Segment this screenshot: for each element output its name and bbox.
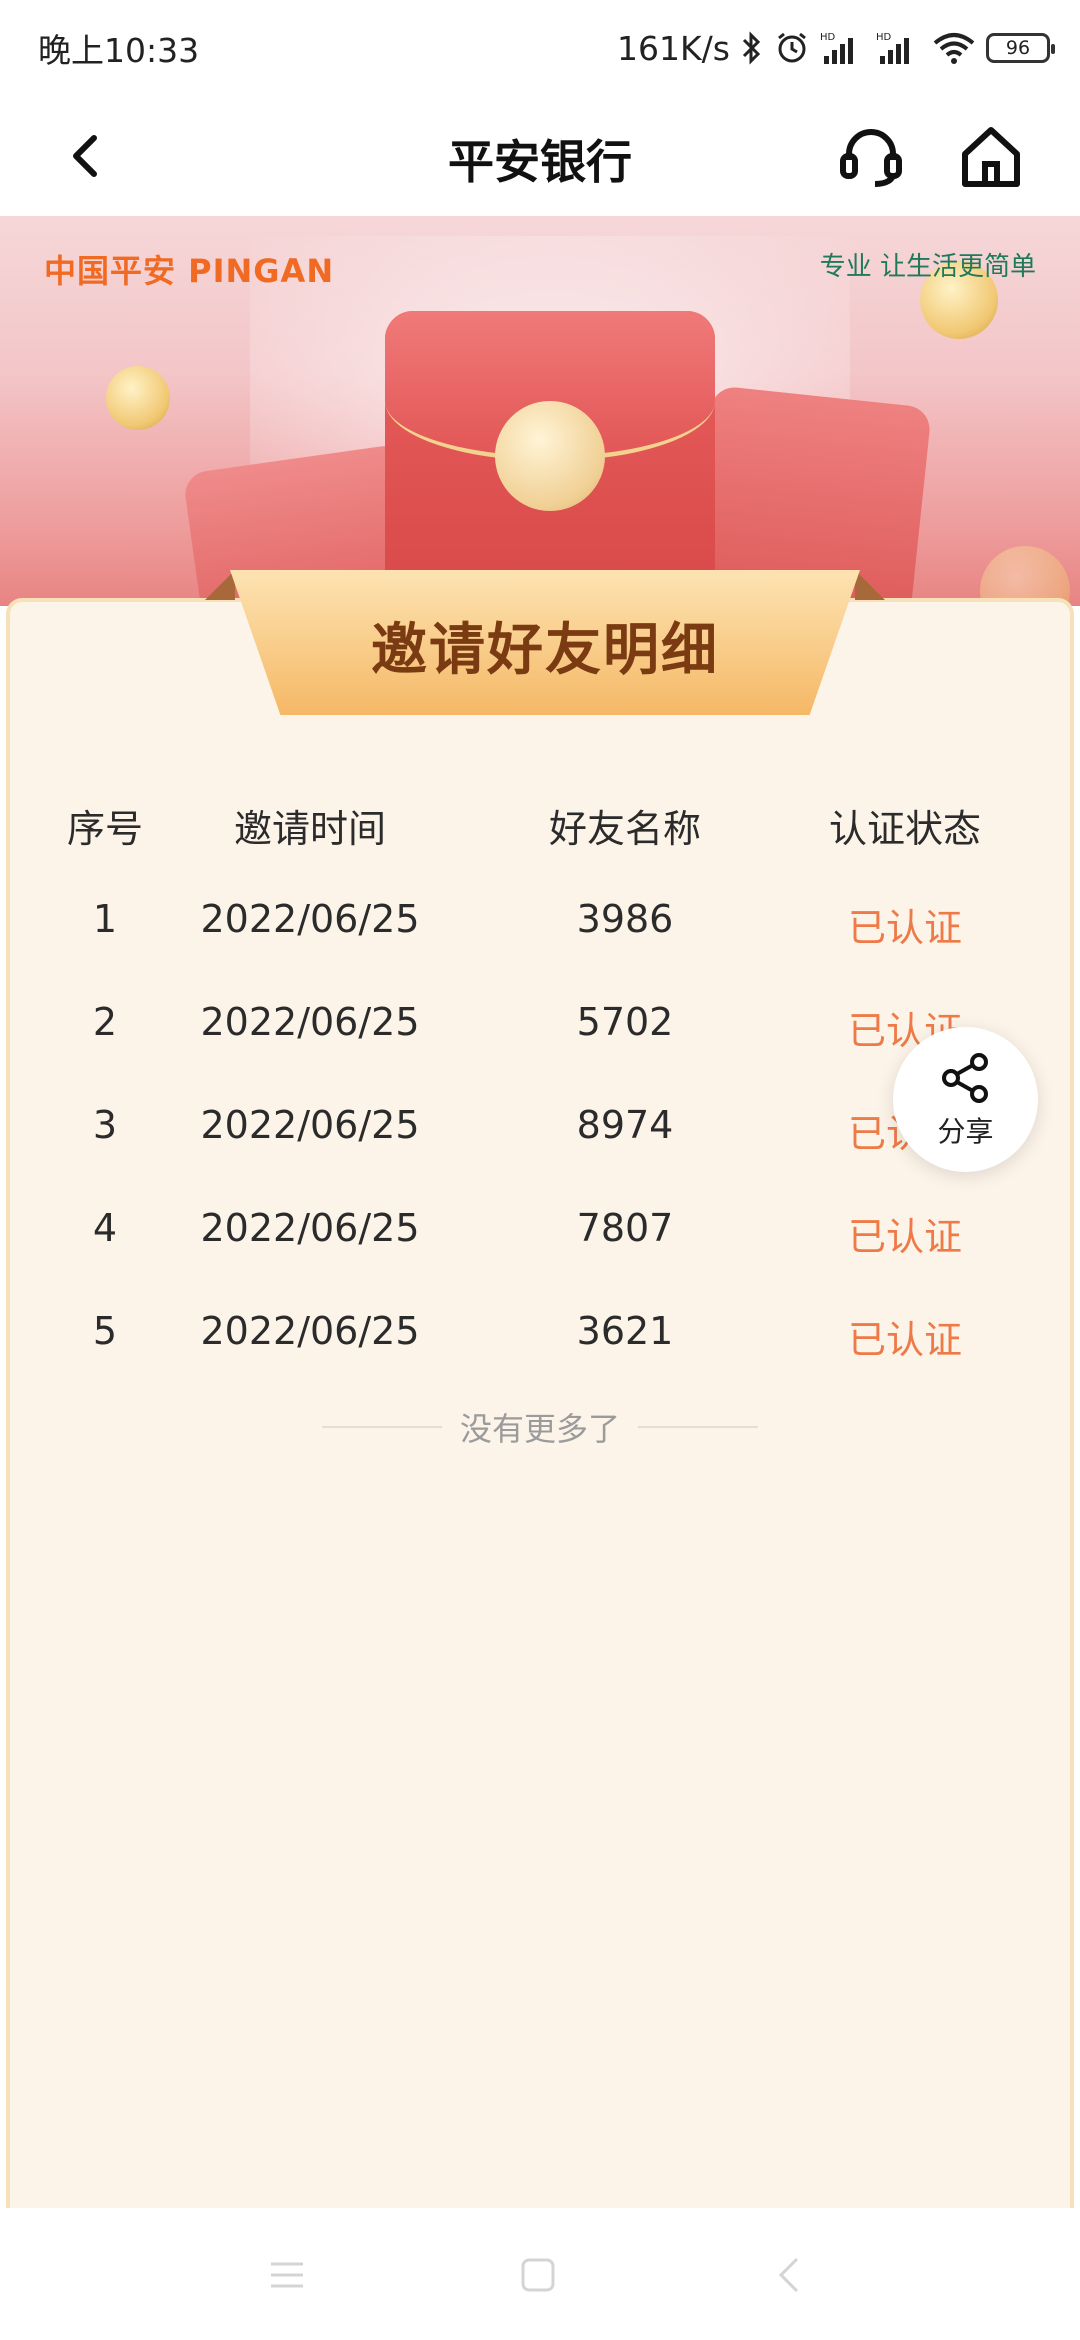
system-home-button[interactable] [513,2250,563,2300]
invite-time: 2022/06/25 [200,1000,420,1044]
divider [321,1426,442,1428]
share-label: 分享 [937,1114,994,1148]
invite-time: 2022/06/25 [200,1103,420,1147]
table-row: 1 2022/06/25 3986 已认证 [0,883,1080,986]
nav-bar: 平安银行 [0,96,1080,216]
column-header: 认证状态 [828,807,981,851]
invite-time: 2022/06/25 [200,1206,420,1250]
friend-name: 3986 [576,897,674,941]
card-title: 邀请好友明细 [371,618,719,683]
brand-logo: 中国平安 PINGAN [44,252,335,290]
table-row: 4 2022/06/25 7807 已认证 [0,1192,1080,1295]
system-navigation-bar [0,2208,1080,2340]
page-title: 平安银行 [448,135,632,189]
no-more-text: 没有更多了 [459,1410,620,1448]
invite-time: 2022/06/25 [200,1309,420,1353]
status-bar: 晚上10:33 161K/s HD HD 96 [0,0,1080,96]
table-row: 5 2022/06/25 3621 已认证 [0,1295,1080,1398]
battery-icon: 96 [986,33,1055,63]
status-time: 晚上10:33 [38,31,200,70]
brand-slogan: 专业 让生活更简单 [819,252,1036,282]
recent-apps-button[interactable] [262,2250,312,2300]
coin-image [106,366,170,430]
headset-icon [840,129,902,187]
promo-banner: 中国平安 PINGAN 专业 让生活更简单 [0,216,1080,606]
friend-name: 3621 [576,1309,674,1353]
chevron-left-icon [778,2257,799,2293]
net-speed: 161K/s [617,28,730,68]
column-header: 序号 [66,807,143,851]
signal-icon: HD [820,30,866,66]
friend-name: 8974 [576,1103,674,1147]
verification-status: 已认证 [847,1215,962,1259]
invite-time: 2022/06/25 [200,897,420,941]
column-header: 邀请时间 [233,807,386,851]
status-icons: 161K/s HD HD 96 [617,20,1055,76]
svg-text:HD: HD [876,32,892,43]
home-button[interactable] [955,120,1027,192]
svg-text:HD: HD [820,32,836,43]
divider [638,1426,758,1428]
share-icon [941,1052,988,1103]
friend-name: 5702 [576,1000,674,1044]
system-back-button[interactable] [765,2250,815,2300]
home-icon [962,127,1020,187]
row-number: 5 [92,1309,118,1353]
verification-status: 已认证 [847,906,962,950]
column-header: 好友名称 [548,807,701,851]
envelope-seal [495,401,605,511]
friend-name: 7807 [576,1206,674,1250]
signal-icon: HD [876,30,922,66]
verification-status: 已认证 [847,1318,962,1362]
bluetooth-icon [740,31,764,65]
table-header: 序号 邀请时间 好友名称 认证状态 [0,780,1080,883]
row-number: 1 [92,897,118,941]
coin-image [980,546,1070,606]
alarm-icon [774,30,810,66]
row-number: 4 [92,1206,118,1250]
row-number: 3 [92,1103,118,1147]
square-icon [521,2258,555,2292]
share-button[interactable]: 分享 [893,1027,1038,1172]
end-of-list-note: 没有更多了 [310,1402,770,1452]
menu-icon [271,2262,303,2288]
row-number: 2 [92,1000,118,1044]
customer-service-button[interactable] [835,120,907,192]
wifi-icon [932,31,976,65]
